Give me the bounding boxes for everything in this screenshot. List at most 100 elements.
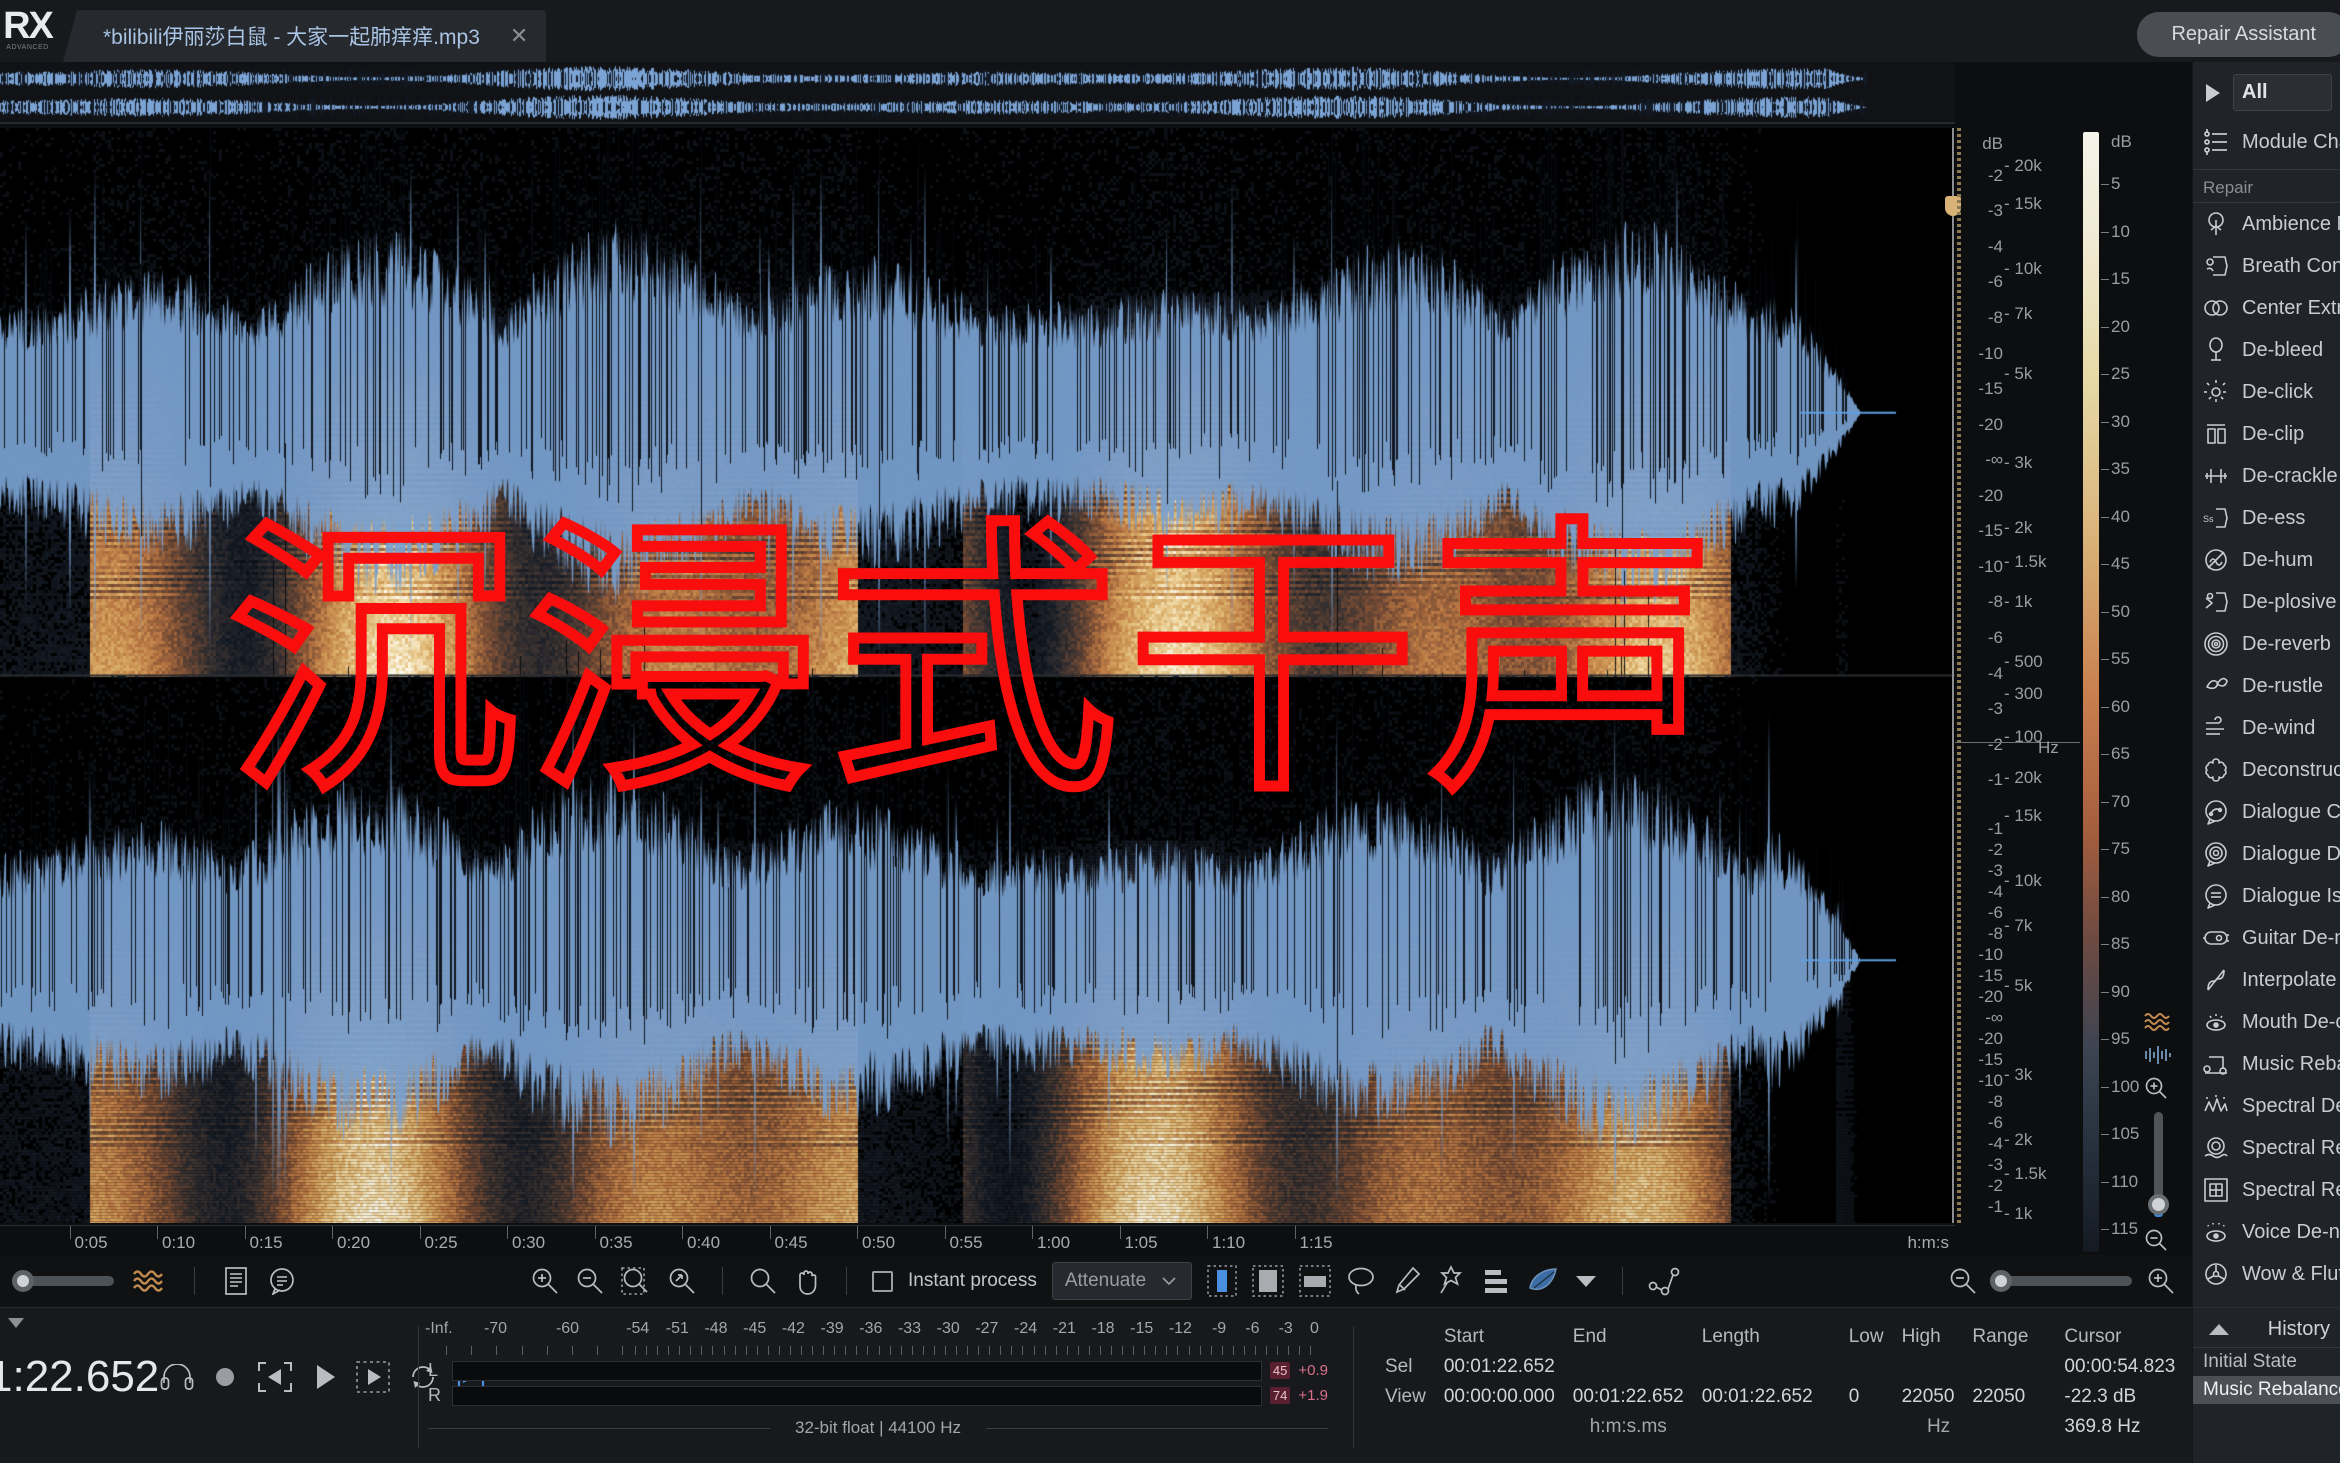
document-tab[interactable]: *bilibili伊丽莎白鼠 - 大家一起肺痒痒.mp3 ✕ xyxy=(63,10,547,62)
vertical-zoom-slider[interactable] xyxy=(2148,1112,2169,1217)
caret-up-icon[interactable] xyxy=(2207,1322,2231,1337)
brush-selection-tool-icon[interactable] xyxy=(1391,1265,1421,1297)
zoom-fit-icon[interactable] xyxy=(667,1266,697,1296)
module-item-label: Deconstruct xyxy=(2242,758,2340,781)
horizontal-zoom-out-icon[interactable] xyxy=(1948,1266,1978,1296)
time-frequency-selection-tool-icon[interactable] xyxy=(1299,1265,1331,1297)
zoom-out-icon[interactable] xyxy=(575,1266,605,1296)
play-selection-icon[interactable] xyxy=(256,1360,294,1394)
module-item-de-plosive[interactable]: De-plosive xyxy=(2193,581,2340,623)
svg-text:Ss: Ss xyxy=(2203,514,2214,524)
module-item-center-extract[interactable]: Center Extract xyxy=(2193,287,2340,329)
meter-scale-label: -51 xyxy=(665,1320,689,1337)
module-item-de-hum[interactable]: De-hum xyxy=(2193,539,2340,581)
waveform-opacity-knob[interactable] xyxy=(12,1270,34,1292)
info-view-start: 00:00:00.000 xyxy=(1443,1386,1555,1407)
module-item-dialogue-isolate[interactable]: Dialogue Isolate xyxy=(2193,875,2340,917)
module-item-interpolate[interactable]: Interpolate xyxy=(2193,959,2340,1001)
caret-down-icon[interactable] xyxy=(6,1316,26,1330)
selection-info-panel: Start End Length Low High Range Cursor S… xyxy=(1385,1322,2193,1442)
feather-tool-icon[interactable] xyxy=(1526,1266,1560,1296)
magnifier-tool-icon[interactable] xyxy=(748,1266,778,1296)
comment-icon[interactable] xyxy=(267,1267,297,1295)
vertical-zoom-out-icon[interactable] xyxy=(2143,1227,2169,1253)
module-item-deconstruct[interactable]: Deconstruct xyxy=(2193,749,2340,791)
colorbar-tick xyxy=(2101,1181,2109,1183)
info-header-start: Start xyxy=(1443,1326,1484,1347)
waveform-overview[interactable] xyxy=(0,62,1955,124)
repair-assistant-button[interactable]: Repair Assistant xyxy=(2137,12,2340,57)
vertical-zoom-in-icon[interactable] xyxy=(2143,1075,2169,1101)
spectrogram-display-icon[interactable] xyxy=(2143,1011,2173,1033)
spectrogram-toggle-icon[interactable] xyxy=(132,1268,166,1294)
waveform-opacity-slider[interactable] xyxy=(12,1270,114,1292)
module-item-de-reverb[interactable]: De-reverb xyxy=(2193,623,2340,665)
play-triangle-icon[interactable] xyxy=(2203,82,2223,104)
module-item-dialogue-de-reverb[interactable]: Dialogue De-reverb xyxy=(2193,833,2340,875)
module-item-de-rustle[interactable]: De-rustle xyxy=(2193,665,2340,707)
history-item[interactable]: Music Rebalance xyxy=(2193,1376,2340,1404)
meter-tick xyxy=(1000,1346,1002,1355)
module-item-label: Ambience Match xyxy=(2242,212,2340,235)
meter-tick xyxy=(679,1346,681,1355)
history-item[interactable]: Initial State xyxy=(2193,1348,2340,1376)
module-item-de-bleed[interactable]: De-bleed xyxy=(2193,329,2340,371)
instant-process-checkbox[interactable] xyxy=(872,1270,893,1292)
module-item-breath-control[interactable]: Breath Control xyxy=(2193,245,2340,287)
de-click-icon xyxy=(2203,379,2229,405)
waveform-display-icon[interactable] xyxy=(2143,1045,2173,1065)
meter-tick xyxy=(1232,1346,1234,1355)
module-item-wow-flutter[interactable]: Wow & Flutter xyxy=(2193,1253,2340,1295)
zoom-to-selection-icon[interactable] xyxy=(620,1266,652,1296)
hand-tool-icon[interactable] xyxy=(793,1266,821,1296)
zoom-in-icon[interactable] xyxy=(530,1266,560,1296)
envelope-tool-icon[interactable] xyxy=(1648,1266,1680,1296)
ruler-label: 0:40 xyxy=(687,1233,721,1252)
ruler-label: 0:55 xyxy=(949,1233,983,1252)
meter-tick xyxy=(1144,1346,1146,1355)
module-item-voice-de-noise[interactable]: Voice De-noise xyxy=(2193,1211,2340,1253)
module-item-de-wind[interactable]: De-wind xyxy=(2193,707,2340,749)
module-item-spectral-repair[interactable]: Spectral Repair xyxy=(2193,1169,2340,1211)
module-item-de-click[interactable]: De-click xyxy=(2193,371,2340,413)
play-icon[interactable] xyxy=(312,1362,338,1392)
module-item-mouth-de-click[interactable]: Mouth De-click xyxy=(2193,1001,2340,1043)
play-loop-region-icon[interactable] xyxy=(356,1361,390,1393)
module-item-guitar-de-noise[interactable]: Guitar De-noise xyxy=(2193,917,2340,959)
selection-edge-line[interactable] xyxy=(1952,128,1954,1223)
spectrogram-view[interactable] xyxy=(0,128,1955,1223)
harmonic-selection-tool-icon[interactable] xyxy=(1481,1265,1511,1297)
feather-dropdown-icon[interactable] xyxy=(1575,1274,1597,1288)
notes-icon[interactable] xyxy=(223,1266,249,1296)
headphone-monitor-icon[interactable] xyxy=(160,1364,194,1390)
meter-tick xyxy=(978,1346,980,1355)
module-item-spectral-recovery[interactable]: Spectral Recovery xyxy=(2193,1127,2340,1169)
lasso-selection-tool-icon[interactable] xyxy=(1346,1265,1376,1297)
modules-filter-select[interactable]: All xyxy=(2233,74,2332,111)
de-reverb-icon xyxy=(2203,631,2229,657)
module-item-de-ess[interactable]: Ss De-ess xyxy=(2193,497,2340,539)
horizontal-zoom-in-icon[interactable] xyxy=(2146,1266,2176,1296)
module-item-spectral-de-noise[interactable]: Spectral De-noise xyxy=(2193,1085,2340,1127)
modules-list: Ambience Match Breath Control Center Extra… xyxy=(2193,203,2340,1295)
module-item-music-rebalance[interactable]: Music Rebalance xyxy=(2193,1043,2340,1085)
horizontal-zoom-knob[interactable] xyxy=(1990,1270,2012,1292)
ruler-label: 1:10 xyxy=(1212,1233,1246,1252)
frequency-selection-tool-icon[interactable] xyxy=(1252,1265,1284,1297)
module-item-dialogue-contour[interactable]: Dialogue Contour xyxy=(2193,791,2340,833)
module-chain-row[interactable]: Module Chain xyxy=(2193,121,2340,163)
magic-wand-selection-tool-icon[interactable] xyxy=(1436,1265,1466,1297)
module-item-de-clip[interactable]: De-clip xyxy=(2193,413,2340,455)
meter-scale-label: -54 xyxy=(626,1320,650,1337)
meter-scale-label: -42 xyxy=(781,1320,805,1337)
horizontal-zoom-slider[interactable] xyxy=(1990,1270,2132,1292)
instant-process-mode-select[interactable]: Attenuate xyxy=(1051,1262,1192,1300)
time-selection-tool-icon[interactable] xyxy=(1207,1265,1237,1297)
meter-tick xyxy=(635,1346,636,1355)
module-item-de-crackle[interactable]: De-crackle xyxy=(2193,455,2340,497)
module-item-ambience-match[interactable]: Ambience Match xyxy=(2193,203,2340,245)
deconstruct-icon xyxy=(2203,757,2229,783)
vertical-zoom-slider-knob[interactable] xyxy=(2148,1194,2169,1215)
close-icon[interactable]: ✕ xyxy=(510,23,528,49)
record-icon[interactable] xyxy=(212,1364,238,1390)
